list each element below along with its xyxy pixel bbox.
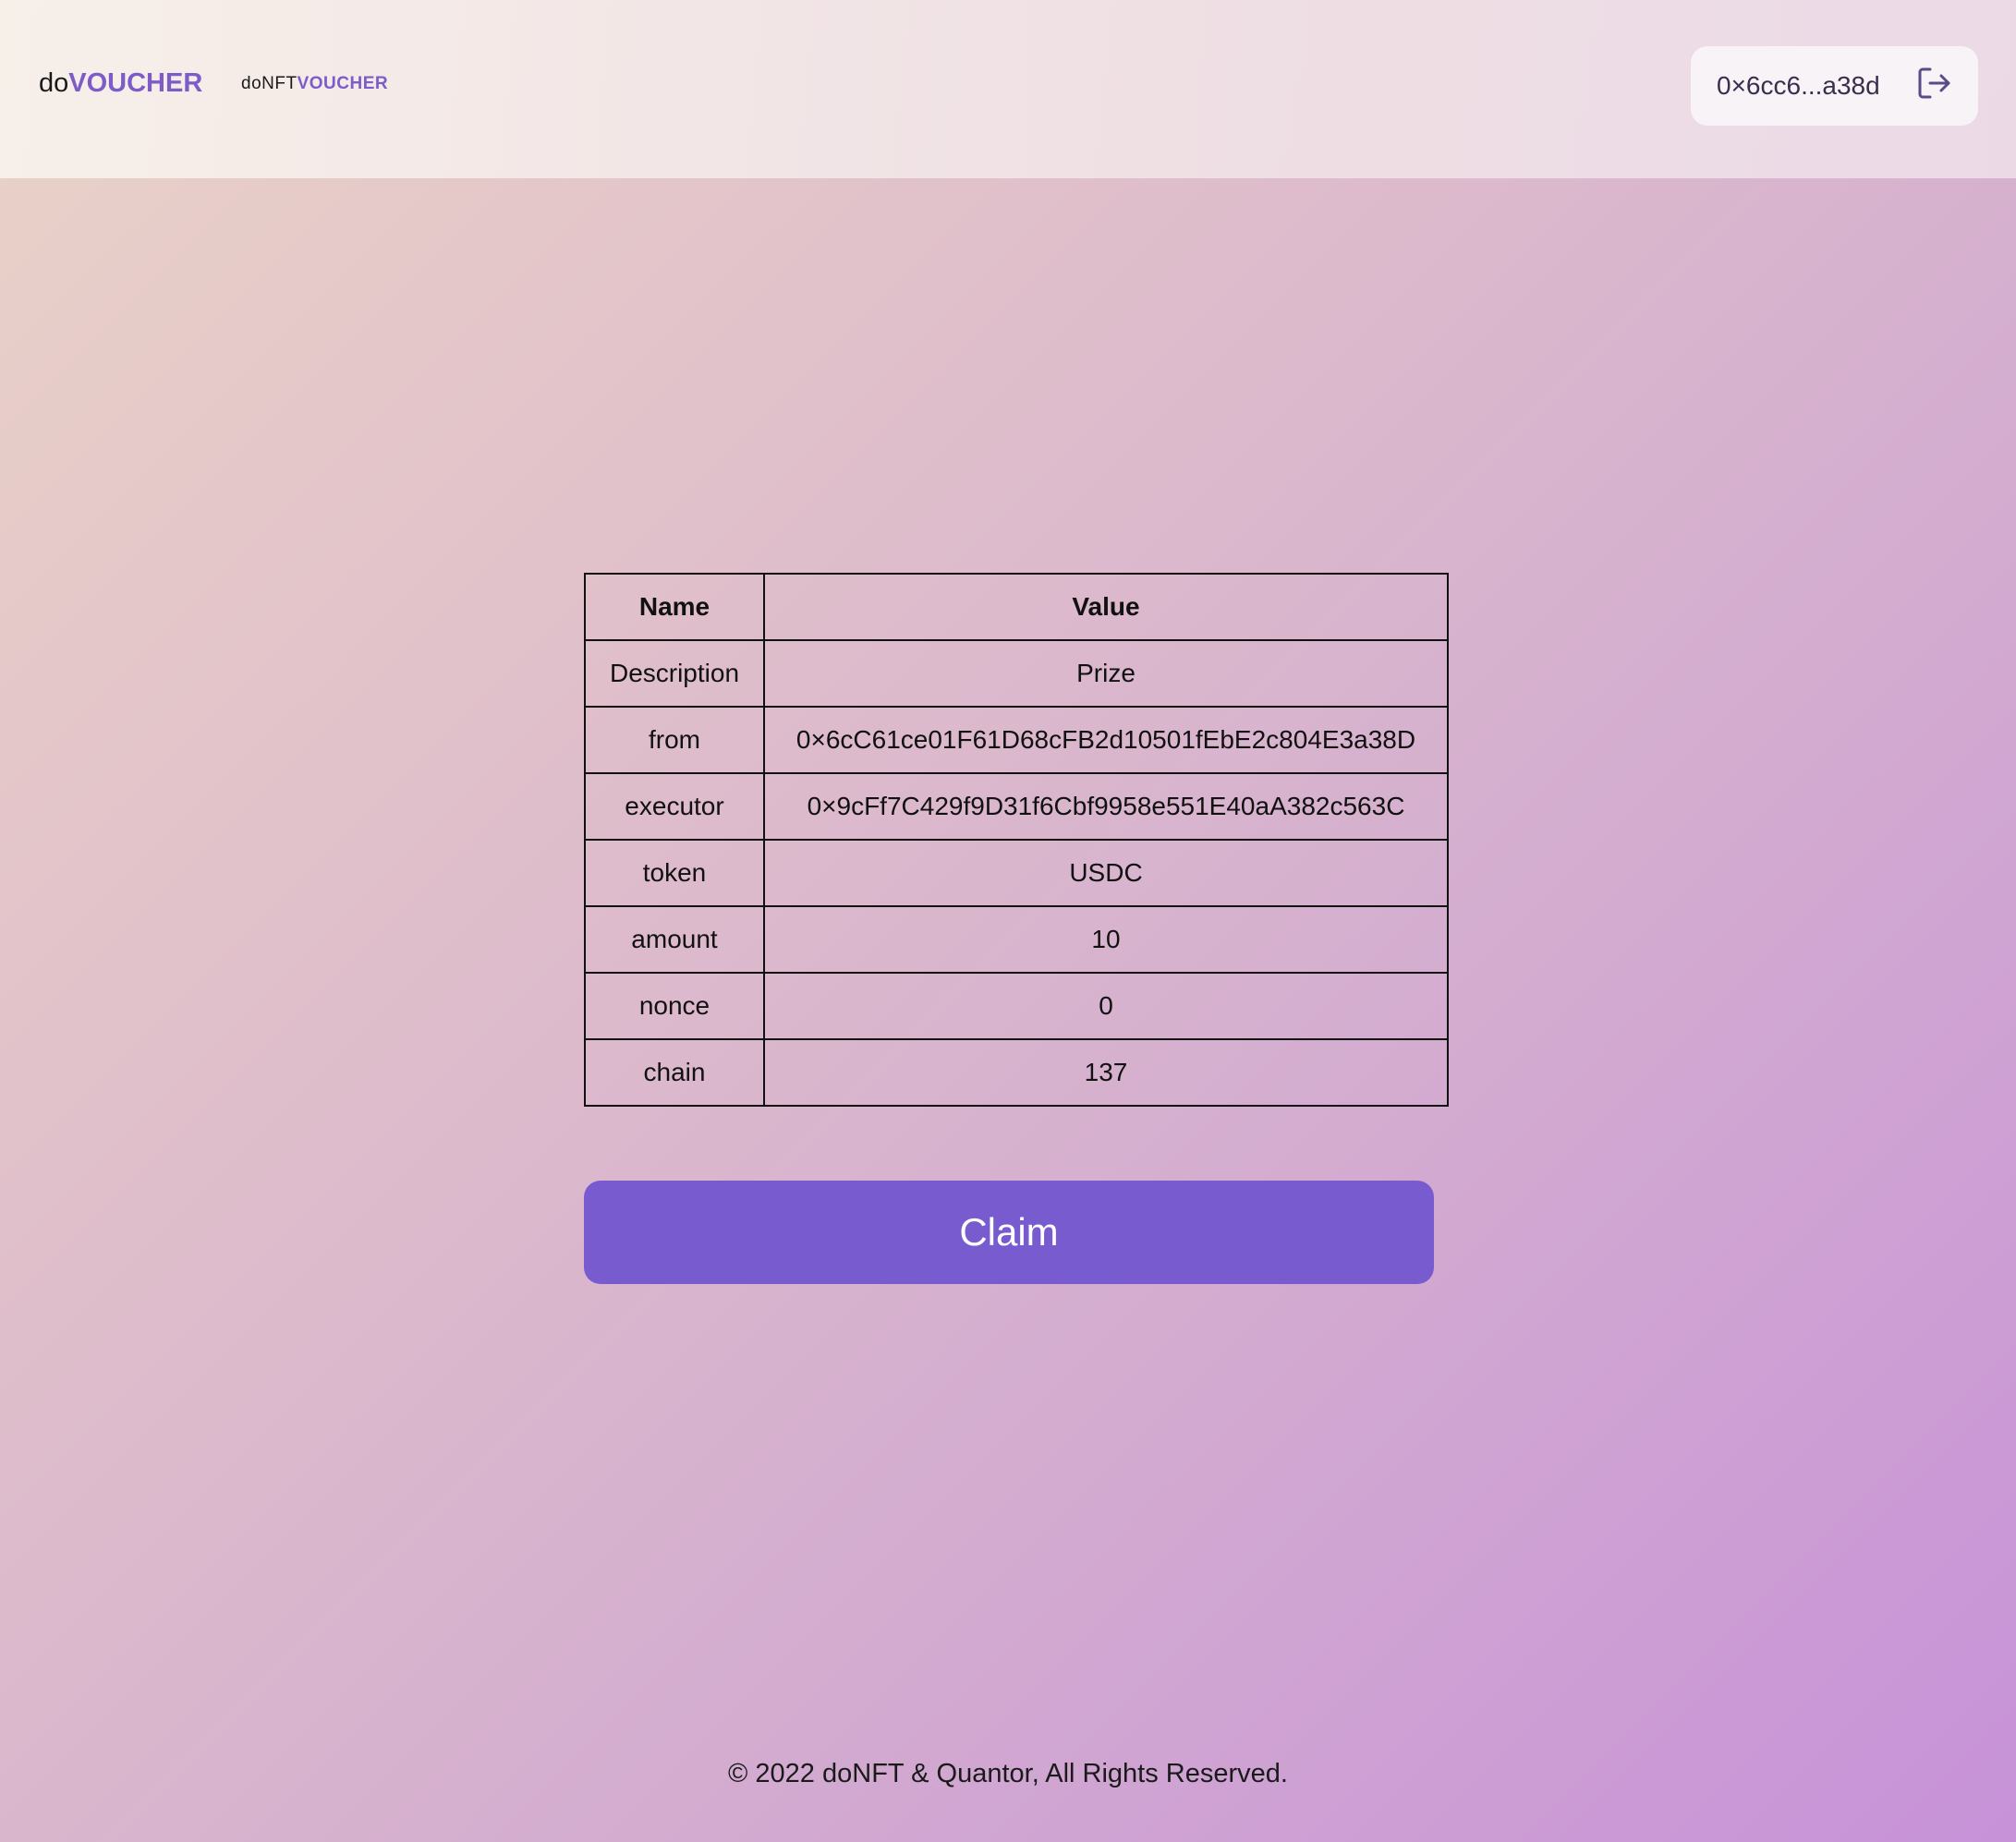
- table-header-row: Name Value: [584, 573, 1449, 641]
- table-row: chain 137: [584, 1038, 1449, 1107]
- wallet-button[interactable]: 0×6cc6...a38d: [1691, 46, 1978, 126]
- row-name: from: [584, 706, 765, 774]
- claim-button[interactable]: Claim: [584, 1181, 1434, 1284]
- row-value: USDC: [763, 839, 1449, 907]
- footer-copyright: © 2022 doNFT & Quantor, All Rights Reser…: [728, 1759, 1288, 1788]
- row-value: 0×6cC61ce01F61D68cFB2d10501fEbE2c804E3a3…: [763, 706, 1449, 774]
- row-value: 0×9cFf7C429f9D31f6Cbf9958e551E40aA382c56…: [763, 772, 1449, 841]
- table-row: token USDC: [584, 839, 1449, 907]
- dovoucher-logo[interactable]: doVOUCHER: [39, 67, 202, 100]
- row-value: 0: [763, 972, 1449, 1040]
- row-name: chain: [584, 1038, 765, 1107]
- row-name: executor: [584, 772, 765, 841]
- header: doVOUCHER doNFTVOUCHER 0×6cc6...a38d: [0, 0, 2016, 178]
- column-header-name: Name: [584, 573, 765, 641]
- row-name: amount: [584, 905, 765, 974]
- logo-sub-prefix: doNFT: [241, 74, 298, 93]
- row-name: token: [584, 839, 765, 907]
- row-name: nonce: [584, 972, 765, 1040]
- row-value: 10: [763, 905, 1449, 974]
- logout-icon[interactable]: [1916, 65, 1953, 102]
- row-value: 137: [763, 1038, 1449, 1107]
- logo-main-prefix: do: [39, 68, 69, 98]
- wallet-address: 0×6cc6...a38d: [1717, 71, 1880, 100]
- table-row: amount 10: [584, 905, 1449, 974]
- table-row: Description Prize: [584, 639, 1449, 708]
- logo-main-highlight: VOUCHER: [68, 68, 203, 98]
- table-row: nonce 0: [584, 972, 1449, 1040]
- voucher-details-table: Name Value Description Prize from 0×6cC6…: [584, 573, 1449, 1107]
- donft-voucher-logo[interactable]: doNFTVOUCHER: [241, 73, 388, 95]
- row-name: Description: [584, 639, 765, 708]
- column-header-value: Value: [763, 573, 1449, 641]
- details-table: Name Value Description Prize from 0×6cC6…: [584, 573, 1449, 1107]
- table-row: executor 0×9cFf7C429f9D31f6Cbf9958e551E4…: [584, 772, 1449, 841]
- logo-sub-highlight: VOUCHER: [297, 74, 389, 93]
- table-row: from 0×6cC61ce01F61D68cFB2d10501fEbE2c80…: [584, 706, 1449, 774]
- row-value: Prize: [763, 639, 1449, 708]
